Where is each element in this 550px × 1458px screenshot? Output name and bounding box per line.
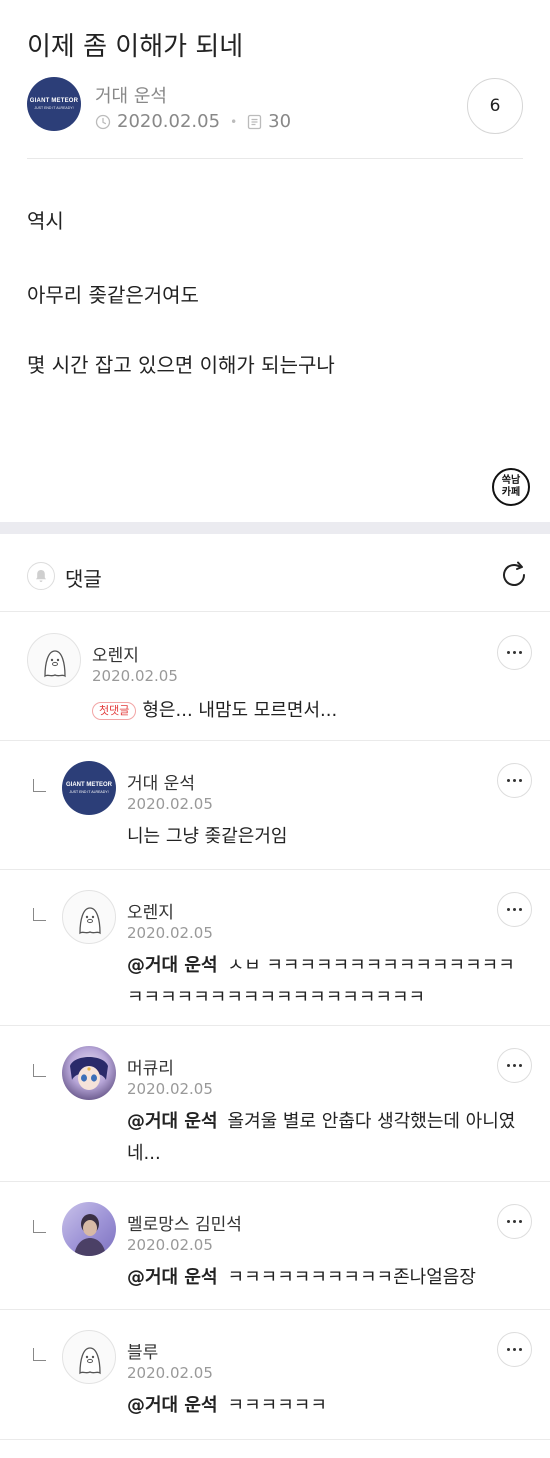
post-date: 2020.02.05 [117,111,221,132]
post-body-line: 아무리 좆같은거여도 [27,283,199,307]
first-comment-badge: 첫댓글 [92,702,137,720]
comment-text-wrap: @거대 운석 올겨울 별로 안춥다 생각했는데 아니였네... [127,1106,522,1170]
comments-header: 댓글 [0,534,550,612]
comment-date: 2020.02.05 [92,667,178,685]
reply-arrow-icon [33,779,46,792]
comment-mention[interactable]: @거대 운석 [127,1267,218,1288]
comment-item: 오렌지 2020.02.05 @거대 운석 ㅅㅂ ㅋㅋㅋㅋㅋㅋㅋㅋㅋㅋㅋㅋㅋㅋㅋㅋ… [0,870,550,1026]
comment-item: 멜로망스 김민석 2020.02.05 @거대 운석 ㅋㅋㅋㅋㅋㅋㅋㅋㅋㅋ존나얼음… [0,1182,550,1310]
post-body-line: 역시 [27,209,64,233]
comment-author[interactable]: 오렌지 [127,898,174,923]
comment-text: 니는 그냥 좆같은거임 [127,826,288,847]
section-divider [0,522,550,534]
avatar[interactable] [62,1046,116,1100]
author-avatar-logo-subtext: JUST END IT ALREADY! [34,106,74,110]
comment-mention[interactable]: @거대 운석 [127,1111,218,1132]
more-icon[interactable] [497,763,532,798]
comment-mention[interactable]: @거대 운석 [127,1395,218,1416]
comment-item: 블루 2020.02.05 @거대 운석 ㅋㅋㅋㅋㅋㅋ [0,1310,550,1440]
comment-date: 2020.02.05 [127,1364,213,1382]
comments-label: 댓글 [65,567,102,591]
post-body-line: 몇 시간 잡고 있으면 이해가 되는구나 [27,353,335,377]
comment-item: GIANT METEOR JUST END IT ALREADY! 거대 운석 … [0,741,550,870]
avatar[interactable] [27,633,81,687]
comment-text-wrap: @거대 운석 ㅋㅋㅋㅋㅋㅋ [127,1390,522,1422]
comment-text: ㅋㅋㅋㅋㅋㅋㅋㅋㅋㅋ존나얼음장 [227,1267,476,1288]
more-icon[interactable] [497,892,532,927]
comment-text: 형은... 내맘도 모르면서... [142,700,338,721]
stamp-line: 쏙남 [501,475,521,486]
comment-text: ㅋㅋㅋㅋㅋㅋ [227,1395,327,1416]
refresh-icon[interactable] [498,559,530,591]
more-icon[interactable] [497,1204,532,1239]
author-name[interactable]: 거대 운석 [95,82,167,108]
avatar[interactable] [62,890,116,944]
reply-arrow-icon [33,1064,46,1077]
bell-icon[interactable] [27,562,55,590]
comment-date: 2020.02.05 [127,924,213,942]
comment-author[interactable]: 머큐리 [127,1054,174,1079]
comment-author[interactable]: 거대 운석 [127,769,195,794]
header-divider [27,158,523,159]
comment-text-wrap: 첫댓글 형은... 내맘도 모르면서... [92,695,492,727]
comment-author[interactable]: 오렌지 [92,641,139,666]
more-icon[interactable] [497,635,532,670]
author-avatar-logo-text: GIANT METEOR [29,98,79,104]
comment-text-wrap: 니는 그냥 좆같은거임 [127,821,497,853]
comment-author[interactable]: 블루 [127,1338,158,1363]
comment-count-button[interactable]: 6 [467,78,523,134]
avatar[interactable] [62,1202,116,1256]
post-title: 이제 좀 이해가 되네 [27,32,244,62]
avatar[interactable]: GIANT METEOR JUST END IT ALREADY! [62,761,116,815]
more-icon[interactable] [497,1332,532,1367]
comment-text-wrap: @거대 운석 ㅅㅂ ㅋㅋㅋㅋㅋㅋㅋㅋㅋㅋㅋㅋㅋㅋㅋㅋㅋㅋㅋㅋㅋㅋㅋㅋㅋㅋㅋㅋㅋㅋㅋ… [127,950,517,1014]
post-views: 30 [268,111,292,132]
reply-arrow-icon [33,1220,46,1233]
comment-date: 2020.02.05 [127,1236,213,1254]
author-avatar[interactable]: GIANT METEOR JUST END IT ALREADY! [27,77,81,131]
comment-item: 오렌지 2020.02.05 첫댓글 형은... 내맘도 모르면서... [0,613,550,741]
more-icon[interactable] [497,1048,532,1083]
comment-mention[interactable]: @거대 운석 [127,955,218,976]
avatar-logo-subtext: JUST END IT ALREADY! [69,790,109,794]
comment-author[interactable]: 멜로망스 김민석 [127,1210,242,1235]
comment-date: 2020.02.05 [127,795,213,813]
comment-text-wrap: @거대 운석 ㅋㅋㅋㅋㅋㅋㅋㅋㅋㅋ존나얼음장 [127,1262,522,1294]
comment-item: 머큐리 2020.02.05 @거대 운석 올겨울 별로 안춥다 생각했는데 아니… [0,1026,550,1182]
post-meta: 2020.02.05 • 30 [95,111,291,132]
avatar-logo-text: GIANT METEOR [66,782,112,788]
document-icon [247,114,262,129]
meta-separator: • [230,114,238,129]
reply-arrow-icon [33,908,46,921]
reply-arrow-icon [33,1348,46,1361]
comment-date: 2020.02.05 [127,1080,213,1098]
clock-icon [95,114,111,129]
stamp-line: 카페 [501,487,521,498]
cafe-stamp-logo: 쏙남 카페 [492,468,530,506]
avatar[interactable] [62,1330,116,1384]
